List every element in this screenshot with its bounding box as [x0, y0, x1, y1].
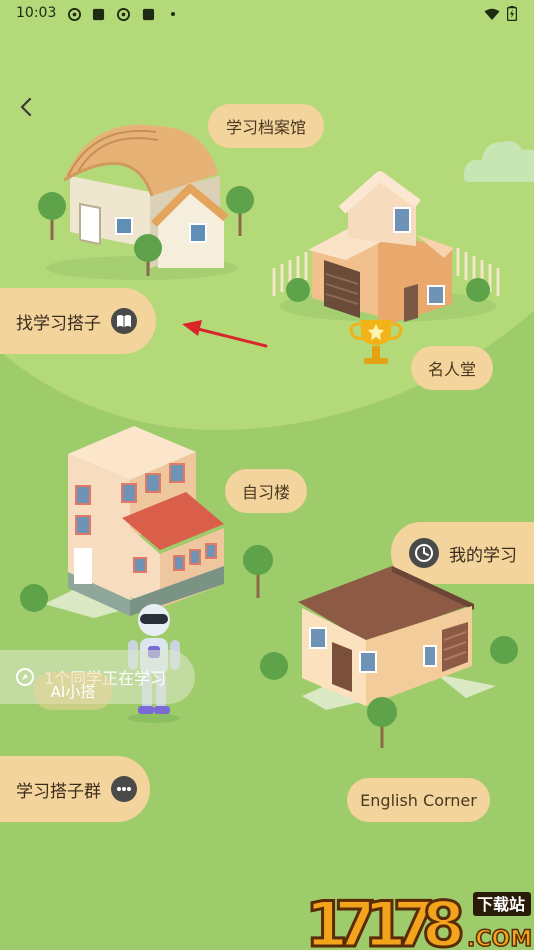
svg-text:.COM: .COM: [467, 927, 532, 950]
english-corner-building[interactable]: [256, 546, 526, 752]
hall-of-fame-illustration: [272, 171, 500, 364]
study-hall-label[interactable]: 自习楼: [225, 469, 307, 513]
campus-screen: 10:03 学习档案馆 名人堂 找学习搭子 自习楼 我的学习 AI小搭 学习搭子…: [0, 0, 534, 950]
app-notification-icon: [68, 8, 81, 21]
chat-bubble-icon: [111, 776, 137, 802]
archive-label[interactable]: 学习档案馆: [208, 104, 324, 148]
pointer-arrow-icon: [182, 320, 268, 348]
site-watermark-logo: 17178 .COM 下载站: [305, 882, 534, 950]
watermark-logo-graphic: 17178 .COM 下载站: [305, 887, 533, 950]
compass-icon: [16, 668, 34, 686]
svg-text:下载站: 下载站: [477, 895, 525, 914]
partner-group-label: 学习搭子群: [16, 781, 101, 802]
english-corner-label[interactable]: English Corner: [347, 778, 490, 822]
app-notification-icon: [117, 8, 130, 21]
more-notifications-dot: [171, 12, 175, 16]
hall-of-fame-building[interactable]: [268, 168, 508, 368]
hall-of-fame-label[interactable]: 名人堂: [411, 346, 493, 390]
back-button[interactable]: [16, 95, 38, 119]
battery-icon: [507, 6, 517, 21]
partner-group-button[interactable]: 学习搭子群: [0, 756, 150, 822]
status-time: 10:03: [16, 5, 57, 21]
app-notification-icon: [92, 8, 105, 21]
study-hall-illustration: [20, 426, 273, 618]
study-hall-building[interactable]: [14, 408, 274, 618]
app-notification-icon: [142, 8, 155, 21]
book-icon: [111, 308, 137, 334]
status-bar: 10:03: [0, 0, 534, 28]
english-corner-illustration: [260, 566, 518, 748]
ai-assistant-label[interactable]: AI小搭: [33, 672, 113, 710]
find-partner-label: 找学习搭子: [16, 313, 101, 334]
chevron-left-icon: [20, 97, 32, 117]
wifi-icon: [484, 8, 500, 20]
svg-text:17178: 17178: [305, 888, 465, 950]
find-partner-button[interactable]: 找学习搭子: [0, 288, 156, 354]
